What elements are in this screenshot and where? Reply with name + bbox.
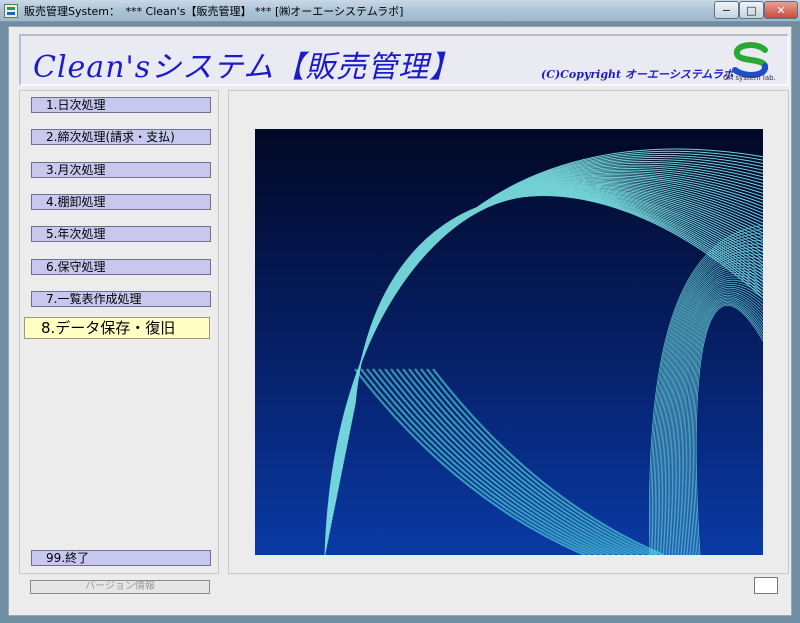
menu-item-yearly[interactable]: 5.年次処理 — [31, 226, 211, 242]
logo-text: OA system lab. — [723, 74, 776, 82]
menu-item-maintenance[interactable]: 6.保守処理 — [31, 259, 211, 275]
close-icon: ✕ — [776, 3, 786, 17]
content-panel — [228, 90, 789, 574]
app-icon — [4, 4, 18, 18]
menu-item-daily[interactable]: 1.日次処理 — [31, 97, 211, 113]
version-info-button[interactable]: バージョン情報 — [30, 580, 210, 594]
menu-item-monthly[interactable]: 3.月次処理 — [31, 162, 211, 178]
close-button[interactable]: ✕ — [764, 1, 798, 19]
menu-item-data-backup[interactable]: 8.データ保存・復旧 — [24, 317, 210, 339]
maximize-icon: □ — [746, 3, 757, 17]
menu-panel: 1.日次処理 2.締次処理(請求・支払) 3.月次処理 4.棚卸処理 5.年次処… — [19, 90, 219, 574]
status-indicator — [754, 577, 778, 594]
minimize-button[interactable]: − — [714, 1, 739, 19]
maximize-button[interactable]: □ — [739, 1, 764, 19]
app-header: Clean'sシステム【販売管理】 (C)Copyright オーエーシステムラ… — [19, 34, 789, 86]
app-title: Clean'sシステム【販売管理】 — [33, 50, 461, 85]
copyright-text: (C)Copyright オーエーシステムラボ — [541, 68, 734, 81]
splash-image — [255, 129, 763, 555]
menu-item-report-list[interactable]: 7.一覧表作成処理 — [31, 291, 211, 307]
window-title: 販売管理System： *** Clean's【販売管理】 *** [㈱オーエー… — [24, 5, 404, 18]
window-titlebar[interactable]: 販売管理System： *** Clean's【販売管理】 *** [㈱オーエー… — [0, 0, 800, 22]
minimize-icon: − — [721, 3, 732, 17]
menu-item-inventory[interactable]: 4.棚卸処理 — [31, 194, 211, 210]
menu-item-exit[interactable]: 99.終了 — [31, 550, 211, 566]
menu-item-closing[interactable]: 2.締次処理(請求・支払) — [31, 129, 211, 145]
